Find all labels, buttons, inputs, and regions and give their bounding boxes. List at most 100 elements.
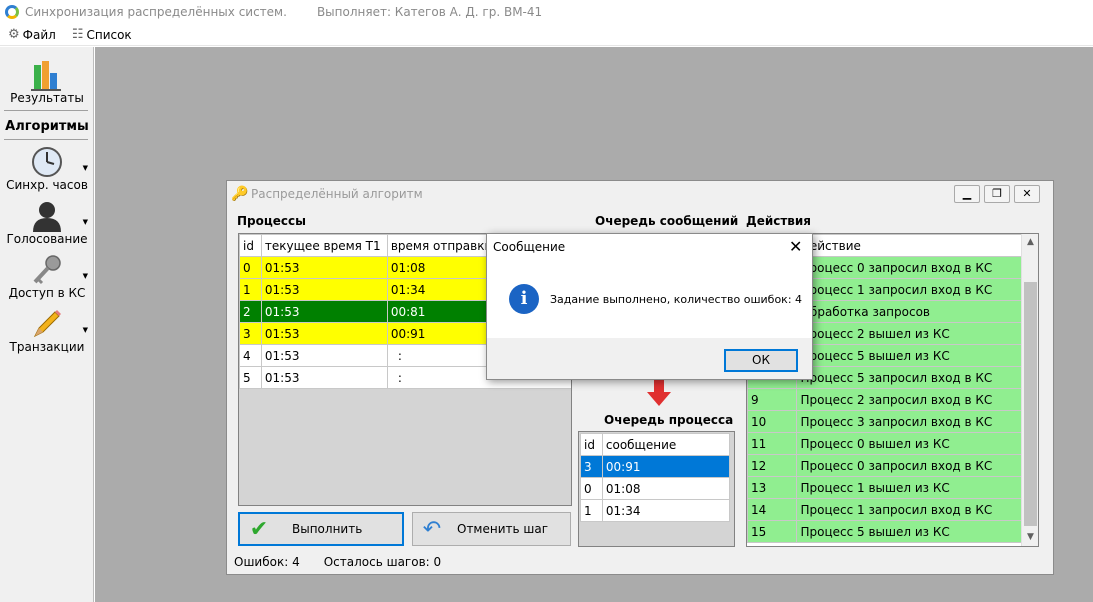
sidebar-item-cs-access-label: Доступ в КС [8,286,86,300]
action-row[interactable]: 13 Процесс 1 вышел из КС [747,476,1022,499]
dropdown-arrow-icon[interactable]: ▼ [83,326,88,334]
message-dialog-footer: ОК [487,338,812,379]
process-cell: 0 [239,256,262,279]
sidebar-item-transactions[interactable]: Транзакции ▼ [0,308,94,354]
performer-label: Выполняет: Категов А. Д. гр. ВМ-41 [316,5,543,19]
action-row[interactable]: 10 Процесс 3 запросил вход в КС [747,410,1022,433]
key-icon: 🔑 [231,186,249,202]
minimize-button[interactable]: ▁ [954,185,980,203]
down-arrow-icon [647,380,671,406]
queue-row[interactable]: 1 01:34 [580,499,731,522]
process-cell: 01:53 [260,344,388,367]
app-title-bar: Синхронизация распределённых систем. Вып… [0,0,1093,24]
action-cell: 15 [747,520,798,543]
process-cell: 1 [239,278,262,301]
action-cell: 9 [747,388,798,411]
message-dialog-text: Задание выполнено, количество ошибок: 4 [550,293,803,306]
sidebar-divider [4,110,88,111]
action-cell: Процесс 1 запросил вход в КС [796,498,1022,521]
queue-cell: 00:91 [601,455,731,478]
action-cell: Процесс 1 вышел из КС [796,476,1022,499]
column-header[interactable]: id [580,433,603,456]
sidebar-item-cs-access[interactable]: Доступ в КС ▼ [0,254,94,300]
action-row[interactable]: 12 Процесс 0 запросил вход в КС [747,454,1022,477]
error-count: Ошибок: 4 [234,555,300,569]
close-button[interactable]: ✕ [1014,185,1040,203]
steps-left: Осталось шагов: 0 [323,555,442,569]
action-row[interactable]: 11 Процесс 0 вышел из КС [747,432,1022,455]
ok-button[interactable]: ОК [724,349,798,372]
action-row[interactable]: 15 Процесс 5 вышел из КС [747,520,1022,543]
scroll-thumb[interactable] [1024,282,1037,526]
menu-list-label: Список [86,27,132,42]
list-icon: ☷ [71,27,84,42]
queue-cell: 0 [580,477,603,500]
action-cell: 11 [747,432,798,455]
action-cell: 13 [747,476,798,499]
person-icon [33,202,61,232]
actions-title: Действия [746,214,812,228]
action-cell: Процесс 0 вышел из КС [796,432,1022,455]
undo-step-button-label: Отменить шаг [457,522,549,536]
queue-header-row: id сообщение [580,433,731,456]
processes-title: Процессы [237,214,306,228]
dropdown-arrow-icon[interactable]: ▼ [83,218,88,226]
dropdown-arrow-icon[interactable]: ▼ [83,164,88,172]
process-cell: 3 [239,322,262,345]
info-icon: i [509,284,539,314]
action-cell: Процесс 5 вышел из КС [796,344,1022,367]
algorithm-window-titlebar[interactable]: 🔑 Распределённый алгоритм ▁ ❐ ✕ [227,181,1053,208]
process-cell: 01:53 [260,278,388,301]
sidebar-item-results[interactable]: Результаты [0,59,94,105]
column-header[interactable]: Действие [796,234,1022,257]
sidebar-item-voting[interactable]: Голосование ▼ [0,200,94,246]
action-cell: 10 [747,410,798,433]
queue-cell: 3 [580,455,603,478]
process-queue-title: Очередь процесса [604,413,734,427]
close-icon[interactable]: ✕ [789,237,802,256]
app-title: Синхронизация распределённых систем. [25,5,287,19]
menu-bar: ⚙ Файл ☷ Список [0,24,1093,46]
process-cell: 01:53 [260,256,388,279]
restore-button[interactable]: ❐ [984,185,1010,203]
undo-step-button[interactable]: ↶ Отменить шаг [412,512,571,546]
run-button-label: Выполнить [292,522,363,536]
process-cell: 01:53 [260,366,388,389]
sidebar-divider [4,139,88,140]
action-cell: Обработка запросов [796,300,1022,323]
column-header[interactable]: сообщение [601,433,731,456]
sidebar: Результаты Алгоритмы Синхр. часов ▼ Голо… [0,47,94,602]
clock-icon [32,147,62,177]
status-bar: Ошибок: 4 Осталось шагов: 0 [227,551,1053,573]
queue-row[interactable]: 3 00:91 [580,455,731,478]
process-cell: 01:53 [260,322,388,345]
menu-list[interactable]: ☷ Список [72,27,132,42]
action-row[interactable]: 14 Процесс 1 запросил вход в КС [747,498,1022,521]
scroll-down-icon[interactable]: ▼ [1022,529,1039,546]
action-cell: 12 [747,454,798,477]
message-dialog: Сообщение ✕ i Задание выполнено, количес… [486,233,813,380]
queue-row[interactable]: 0 01:08 [580,477,731,500]
process-cell: 01:53 [260,300,388,323]
action-row[interactable]: 9 Процесс 2 запросил вход в КС [747,388,1022,411]
sidebar-item-clock-sync[interactable]: Синхр. часов ▼ [0,146,94,192]
action-cell: Процесс 1 запросил вход в КС [796,278,1022,301]
message-queue-title: Очередь сообщений [595,214,739,228]
menu-file-label: Файл [22,27,56,42]
message-dialog-title: Сообщение [493,240,566,254]
run-button[interactable]: ✔ Выполнить [238,512,404,546]
column-header[interactable]: текущее время T1 [260,234,388,257]
scroll-up-icon[interactable]: ▲ [1022,234,1039,251]
sidebar-item-transactions-label: Транзакции [9,340,85,354]
checkmark-icon: ✔ [249,516,269,542]
dropdown-arrow-icon[interactable]: ▼ [83,272,88,280]
process-queue-grid[interactable]: id сообщение 3 00:91 0 01:08 1 01:34 [578,431,735,547]
actions-scrollbar[interactable]: ▲ ▼ [1021,234,1038,546]
column-header[interactable]: id [239,234,262,257]
action-cell: Процесс 0 запросил вход в КС [796,256,1022,279]
algorithm-window-title: Распределённый алгоритм [251,187,423,201]
process-cell: 5 [239,366,262,389]
menu-file[interactable]: ⚙ Файл [8,27,56,42]
queue-cell: 1 [580,499,603,522]
process-cell: 2 [239,300,262,323]
